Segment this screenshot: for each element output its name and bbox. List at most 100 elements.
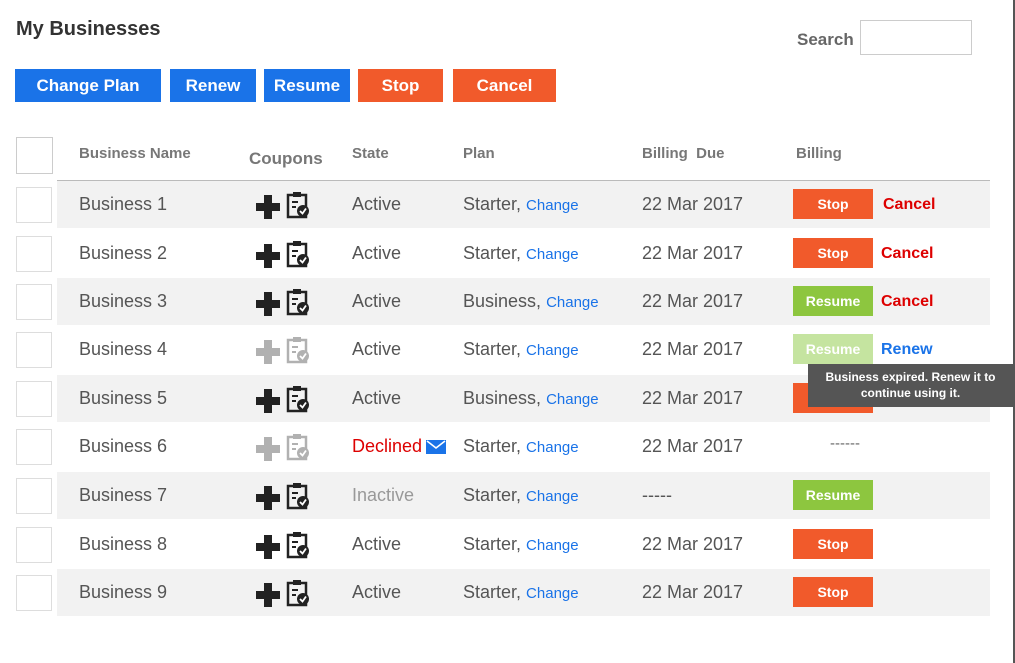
plus-icon[interactable] (256, 437, 280, 461)
business-name: Business 9 (79, 581, 168, 602)
billing-due: 22 Mar 2017 (642, 338, 744, 359)
coupon-icons (256, 191, 310, 224)
coupon-icons (256, 385, 310, 418)
plus-icon[interactable] (256, 535, 280, 559)
row-checkbox[interactable] (16, 527, 52, 563)
change-plan-link[interactable]: Change (526, 197, 579, 214)
state-text: Declined (352, 435, 423, 456)
state-cell: Declined (352, 435, 447, 457)
mail-icon[interactable] (422, 436, 447, 456)
plus-icon[interactable] (256, 340, 280, 364)
plan-cell: Business, Change (463, 291, 599, 312)
coupon-icons (256, 482, 310, 515)
clipboard-check-icon[interactable] (286, 433, 310, 466)
search-label: Search (797, 30, 854, 49)
plan-cell: Business, Change (463, 388, 599, 409)
business-name: Business 2 (79, 242, 168, 263)
plus-icon[interactable] (256, 244, 280, 268)
row-cancel-link[interactable]: Cancel (883, 196, 935, 214)
coupon-icons (256, 240, 310, 273)
renew-button[interactable]: Renew (170, 69, 256, 102)
plus-icon[interactable] (256, 292, 280, 316)
change-plan-link[interactable]: Change (526, 488, 579, 505)
clipboard-check-icon[interactable] (286, 191, 310, 224)
billing-due: 22 Mar 2017 (642, 290, 744, 311)
row-checkbox[interactable] (16, 284, 52, 320)
plan-name: Starter, (463, 581, 522, 602)
billing-due: 22 Mar 2017 (642, 533, 744, 554)
resume-button[interactable]: Resume (264, 69, 350, 102)
change-plan-link[interactable]: Change (526, 342, 579, 359)
change-plan-link[interactable]: Change (546, 294, 599, 311)
state-cell: Active (352, 388, 401, 409)
change-plan-link[interactable]: Change (526, 585, 579, 602)
state-text: Inactive (352, 484, 415, 505)
plan-name: Business, (463, 290, 542, 311)
plus-icon[interactable] (256, 389, 280, 413)
row-resume-button[interactable]: Resume (793, 285, 873, 316)
state-text: Active (352, 290, 402, 311)
row-stop-button[interactable]: Stop (793, 576, 873, 607)
clipboard-check-icon[interactable] (286, 482, 310, 515)
plan-cell: Starter, Change (463, 534, 579, 555)
row-stop-button[interactable]: Stop (793, 528, 873, 559)
business-name: Business 3 (79, 290, 168, 311)
state-text: Active (352, 193, 402, 214)
column-header-business-name: Business Name (79, 145, 191, 162)
row-cancel-link[interactable]: Cancel (881, 293, 933, 311)
plan-cell: Starter, Change (463, 339, 579, 360)
clipboard-check-icon[interactable] (286, 240, 310, 273)
state-text: Active (352, 387, 402, 408)
clipboard-check-icon[interactable] (286, 288, 310, 321)
coupon-icons (256, 336, 310, 369)
plus-icon[interactable] (256, 195, 280, 219)
clipboard-check-icon[interactable] (286, 531, 310, 564)
business-name: Business 1 (79, 193, 168, 214)
change-plan-link[interactable]: Change (526, 246, 579, 263)
state-text: Active (352, 338, 402, 359)
billing-due: 22 Mar 2017 (642, 581, 744, 602)
business-name: Business 8 (79, 533, 168, 554)
state-cell: Active (352, 291, 401, 312)
row-checkbox[interactable] (16, 236, 52, 272)
change-plan-link[interactable]: Change (546, 391, 599, 408)
billing-due: 22 Mar 2017 (642, 242, 744, 263)
search-input[interactable] (860, 20, 972, 55)
row-resume-button[interactable]: Resume (793, 479, 873, 510)
row-checkbox[interactable] (16, 187, 52, 223)
select-all-checkbox[interactable] (16, 137, 53, 174)
billing-due: 22 Mar 2017 (642, 193, 744, 214)
cancel-button[interactable]: Cancel (453, 69, 556, 102)
row-checkbox[interactable] (16, 575, 52, 611)
clipboard-check-icon[interactable] (286, 385, 310, 418)
plan-name: Starter, (463, 484, 522, 505)
state-text: Active (352, 581, 402, 602)
coupon-icons (256, 531, 310, 564)
plan-cell: Starter, Change (463, 243, 579, 264)
row-stop-button[interactable]: Stop (793, 237, 873, 268)
plus-icon[interactable] (256, 486, 280, 510)
column-header-billing-due: Billing Due (642, 145, 725, 162)
row-checkbox[interactable] (16, 429, 52, 465)
change-plan-link[interactable]: Change (526, 537, 579, 554)
row-cancel-link[interactable]: Cancel (881, 245, 933, 263)
plan-name: Business, (463, 387, 542, 408)
row-renew-link[interactable]: Renew (881, 341, 933, 359)
coupon-icons (256, 288, 310, 321)
plan-cell: Starter, Change (463, 582, 579, 603)
plan-name: Starter, (463, 242, 522, 263)
row-checkbox[interactable] (16, 381, 52, 417)
billing-due: ----- (642, 484, 672, 505)
plus-icon[interactable] (256, 583, 280, 607)
clipboard-check-icon[interactable] (286, 336, 310, 369)
row-checkbox[interactable] (16, 478, 52, 514)
column-header-billing: Billing (796, 145, 842, 162)
row-stop-button[interactable]: Stop (793, 188, 873, 219)
change-plan-link[interactable]: Change (526, 439, 579, 456)
clipboard-check-icon[interactable] (286, 579, 310, 612)
plan-name: Starter, (463, 435, 522, 456)
stop-button[interactable]: Stop (358, 69, 443, 102)
row-checkbox[interactable] (16, 332, 52, 368)
row-resume-button[interactable]: Resume (793, 333, 873, 364)
change-plan-button[interactable]: Change Plan (15, 69, 161, 102)
